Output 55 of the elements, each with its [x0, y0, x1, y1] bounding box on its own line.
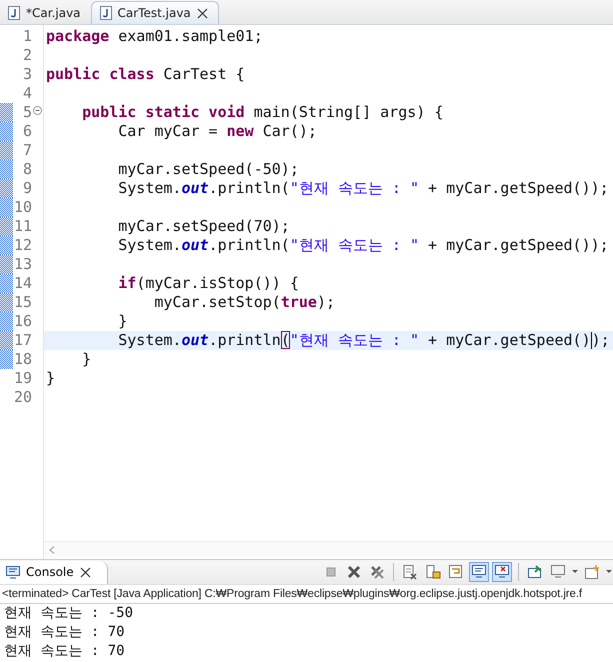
line-number: 3	[22, 65, 32, 84]
line-number: 1	[22, 27, 32, 46]
code-line: System.out.println("현재 속도는 : " + myCar.getSpeed());	[117, 236, 609, 254]
line-number: 16	[14, 312, 32, 331]
dropdown-icon[interactable]	[605, 569, 613, 575]
console-output-line: 현재 속도는 : -50	[4, 604, 134, 623]
code-editor[interactable]	[0, 25, 613, 559]
code-line: System.out.println("현재 속도는 : " + myCar.getSpeed());	[117, 179, 609, 197]
line-number: 8	[22, 160, 32, 179]
line-number: 10	[14, 198, 32, 217]
line-number: 9	[22, 179, 32, 198]
line-number: 14	[14, 274, 32, 293]
line-number: 20	[14, 388, 32, 407]
java-file-icon	[8, 6, 20, 20]
code-line: public class CarTest {	[46, 65, 245, 83]
line-number: 11	[14, 217, 32, 236]
console-tab[interactable]: Console	[0, 560, 108, 584]
editor-tab[interactable]: CarTest.java	[90, 1, 219, 24]
monitor-error-icon[interactable]	[492, 562, 512, 582]
code-line: public static void main(String[] args) {	[81, 103, 444, 121]
code-line: myCar.setSpeed(-50);	[117, 160, 299, 178]
code-line: myCar.setSpeed(70);	[117, 217, 290, 235]
line-number: 6	[22, 122, 32, 141]
line-number: 7	[22, 141, 32, 160]
java-file-icon	[100, 6, 112, 20]
line-number: 4	[22, 84, 32, 103]
scroll-left-icon[interactable]	[49, 546, 55, 554]
code-line: myCar.setStop(true);	[153, 293, 335, 311]
monitor-icon[interactable]	[469, 562, 489, 582]
console-output-line: 현재 속도는 : 70	[4, 642, 126, 661]
dropdown-icon[interactable]	[571, 569, 579, 575]
line-number: 15	[14, 293, 32, 312]
collapse-icon[interactable]	[33, 106, 42, 115]
line-number: 17	[14, 331, 32, 350]
code-line: }	[46, 369, 56, 387]
code-line: System.out.println("현재 속도는 : " + myCar.getSpeed());	[117, 331, 610, 349]
line-number: 18	[14, 350, 32, 369]
code-line: package exam01.sample01;	[46, 27, 263, 45]
close-icon[interactable]	[196, 8, 208, 18]
line-number: 5	[22, 103, 32, 122]
editor-tab[interactable]: *Car.java	[0, 1, 91, 24]
line-number: 12	[14, 236, 32, 255]
line-number: 13	[14, 255, 32, 274]
new-window-icon[interactable]	[582, 562, 602, 582]
close-icon[interactable]	[80, 566, 91, 578]
code-line: }	[81, 350, 92, 368]
console-status-line: <terminated> CarTest [Java Application] C:₩Program Files₩eclipse₩plugins₩org.eclipse.justj.openjdk.hotspot.jre.f	[0, 585, 613, 604]
console-output-line: 현재 속도는 : 70	[4, 623, 126, 642]
code-line: Car myCar = new Car();	[117, 122, 317, 140]
horizontal-scrollbar[interactable]	[44, 541, 613, 557]
monitor-icon	[6, 566, 20, 578]
code-line: }	[117, 312, 128, 330]
code-line: if(myCar.isStop()) {	[117, 274, 299, 292]
line-number: 19	[14, 369, 32, 388]
line-number: 2	[22, 46, 32, 65]
